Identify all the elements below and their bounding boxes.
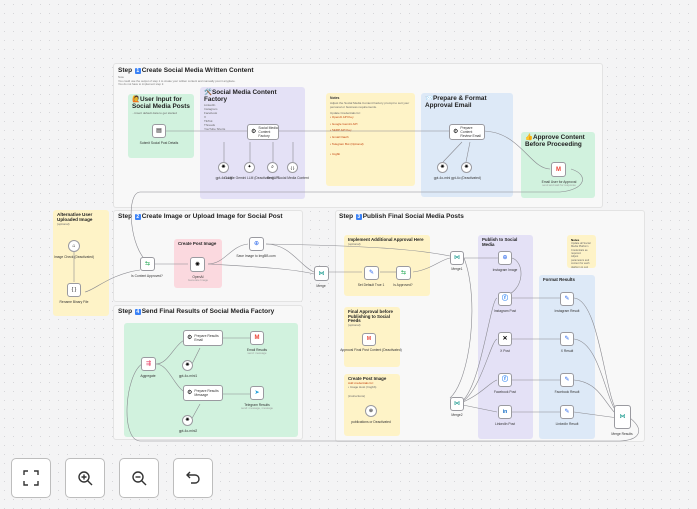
gpt4o-llm-node[interactable]: ✺ <box>218 162 229 173</box>
gemini-icon: ✦ <box>247 164 252 170</box>
email-approval-node[interactable]: M <box>551 162 566 177</box>
robot-icon: ⚙ <box>251 129 257 135</box>
merge-results-node[interactable]: ⋈ <box>614 405 631 429</box>
telegram-results-node[interactable]: ➤ <box>250 386 264 400</box>
gmail-icon: M <box>254 335 260 341</box>
email-results-node[interactable]: M <box>250 331 264 345</box>
gmail-icon: M <box>556 166 561 173</box>
x-result-node[interactable]: ✎ <box>560 332 574 346</box>
telegram-results-label: Telegram Results send: message, message <box>241 403 273 411</box>
rename-binary-node[interactable]: { } <box>67 283 81 297</box>
fit-view-button[interactable] <box>11 458 51 498</box>
telegram-icon: ➤ <box>254 390 260 396</box>
is-content-approved-node[interactable]: ⇆ <box>140 257 155 271</box>
code-icon: { } <box>71 286 77 293</box>
aggregate-icon: ⇶ <box>145 361 152 367</box>
search-icon: ⌕ <box>271 164 274 170</box>
x-logo-icon: ✕ <box>502 336 508 342</box>
gpt4o-mini-node[interactable]: ✺ <box>437 162 448 173</box>
linkedin-icon: in <box>502 408 508 415</box>
pencil-icon: ✎ <box>564 296 570 302</box>
meta-icon: ⓕ <box>501 296 508 302</box>
globe-icon: ⊕ <box>253 241 260 247</box>
instagram-result-node[interactable]: ✎ <box>560 292 574 306</box>
robot-icon: ⚙ <box>187 390 193 396</box>
globe-icon: ⊕ <box>368 407 374 414</box>
social-content-parser-node[interactable]: { } <box>287 162 298 173</box>
save-image-node[interactable]: ⊕ <box>249 237 264 251</box>
openai-image-label: OpenAI Generate Image <box>187 275 209 283</box>
serpapi-node[interactable]: ⌕ <box>267 162 278 173</box>
merge-icon: ⋈ <box>454 255 460 261</box>
openai-icon: ✺ <box>464 164 469 170</box>
form-icon: ▤ <box>156 128 162 134</box>
pencil-icon: ✎ <box>564 336 570 342</box>
merge-node[interactable]: ⋈ <box>314 266 329 281</box>
submit-form-node[interactable]: ▤ <box>152 124 166 138</box>
submit-form-label: Submit Social Post Details <box>139 141 179 145</box>
openai-icon: ✺ <box>440 164 445 170</box>
globe-icon: ⊕ <box>502 255 508 261</box>
robot-icon: ⚙ <box>187 335 193 341</box>
is-approved-node[interactable]: ⇆ <box>396 266 411 280</box>
prepare-results-message-node[interactable]: ⚙ Prepare Results Message <box>183 385 223 401</box>
openai-image-node[interactable]: ✺ <box>190 257 205 272</box>
set-default-node[interactable]: ✎ <box>364 266 379 280</box>
image-check-node[interactable]: ⌂ <box>68 240 80 252</box>
gpt4o-mini2-node[interactable]: ✺ <box>182 415 193 426</box>
merge-icon: ⋈ <box>318 270 325 277</box>
merge-icon: ⋈ <box>454 401 460 407</box>
workflow-canvas[interactable]: Step 1 Create Social Media Written Conten… <box>0 0 697 509</box>
facebook-post-node[interactable]: ⓕ <box>498 373 512 387</box>
workflow-connections <box>73 130 639 442</box>
aggregate-node[interactable]: ⇶ <box>141 357 156 371</box>
openai-icon: ✺ <box>194 261 201 268</box>
linkedin-result-node[interactable]: ✎ <box>560 405 574 419</box>
pencil-icon: ✎ <box>564 377 570 383</box>
pencil-icon: ✎ <box>564 409 570 415</box>
openai-icon: ✺ <box>185 417 190 423</box>
zoom-in-icon <box>78 471 93 486</box>
zoom-in-button[interactable] <box>65 458 105 498</box>
linkedin-post-node[interactable]: in <box>498 405 512 419</box>
image-icon: ⌂ <box>72 242 76 249</box>
code-icon: { } <box>290 164 295 170</box>
if-icon: ⇆ <box>144 261 151 267</box>
facebook-icon: ⓕ <box>501 377 508 383</box>
email-approval-label: Email User for Approval send and wait for… <box>541 180 577 188</box>
merge2-node[interactable]: ⋈ <box>450 397 464 411</box>
facebook-result-node[interactable]: ✎ <box>560 373 574 387</box>
reset-zoom-icon <box>186 471 200 484</box>
zoom-out-icon <box>132 471 147 486</box>
robot-icon: ⚙ <box>453 129 459 135</box>
gemini-llm-node[interactable]: ✦ <box>244 162 255 173</box>
zoom-out-button[interactable] <box>119 458 159 498</box>
gpt4o-mini1-node[interactable]: ✺ <box>182 360 193 371</box>
merge1-node[interactable]: ⋈ <box>450 251 464 265</box>
pencil-icon: ✎ <box>368 270 375 276</box>
prepare-results-email-node[interactable]: ⚙ Prepare Results Email <box>183 330 223 346</box>
gmail-icon: M <box>366 336 372 342</box>
if-icon: ⇆ <box>400 270 407 276</box>
publications-node[interactable]: ⊕ <box>365 405 377 417</box>
fit-view-icon <box>23 470 39 486</box>
email-results-label: Email Results send: message <box>246 348 268 356</box>
merge-icon: ⋈ <box>619 414 626 420</box>
gpt4o-node[interactable]: ✺ <box>461 162 472 173</box>
openai-icon: ✺ <box>221 164 226 170</box>
prepare-email-node[interactable]: ⚙ Prepare Content Review Email <box>449 124 485 140</box>
openai-icon: ✺ <box>185 362 190 368</box>
reset-zoom-button[interactable] <box>173 458 213 498</box>
final-approval-node[interactable]: M <box>362 333 376 346</box>
x-post-node[interactable]: ✕ <box>498 332 512 346</box>
instagram-post-node[interactable]: ⓕ <box>498 292 512 306</box>
factory-agent-node[interactable]: ⚙ Social Media Content Factory <box>247 124 279 140</box>
instagram-image-node[interactable]: ⊕ <box>498 251 512 265</box>
